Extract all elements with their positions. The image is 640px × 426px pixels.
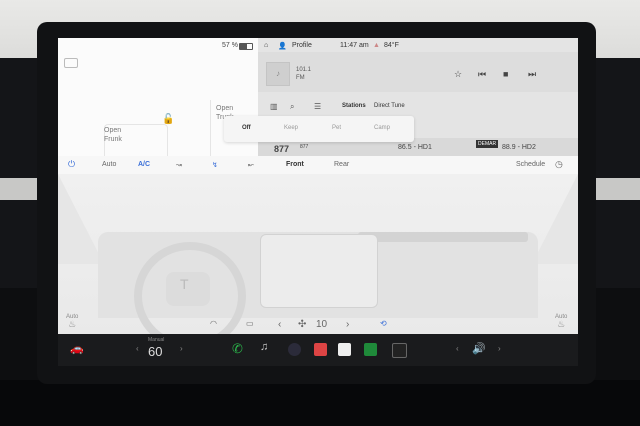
profile-icon[interactable]: 👤 bbox=[278, 42, 287, 50]
favorite-star-icon[interactable]: ☆ bbox=[454, 69, 462, 80]
clock-icon[interactable]: ◷ bbox=[555, 159, 563, 170]
fan-controls: ◠ ▭ ‹ ✣ 10 › ⟲ bbox=[58, 316, 578, 334]
front-climate-tab[interactable]: Front bbox=[286, 161, 304, 168]
mode-off-button[interactable]: Off bbox=[242, 125, 251, 131]
climate-bar: ⏻ Auto A/C ↝ ↯ ↜ Front Rear Schedule ◷ bbox=[58, 156, 578, 174]
album-art: ♪ bbox=[266, 62, 290, 86]
airflow-defrost-icon[interactable]: ↜ bbox=[248, 161, 254, 169]
temp-increase-button[interactable]: › bbox=[180, 344, 183, 353]
battery-icon bbox=[239, 43, 253, 50]
stop-icon[interactable]: ■ bbox=[503, 69, 508, 79]
volume-increase-button[interactable]: › bbox=[498, 344, 501, 353]
airflow-feet-icon[interactable]: ↯ bbox=[212, 161, 218, 169]
now-playing: ♪ 101.1 FM ☆ ⏮ ■ ⏭ bbox=[258, 52, 578, 92]
search-icon[interactable]: ⌕ bbox=[290, 102, 294, 112]
cabin-view: T Auto ♨ Auto ♨ bbox=[58, 174, 578, 350]
schedule-button[interactable]: Schedule bbox=[516, 161, 545, 168]
temp-mode-label: Manual bbox=[148, 337, 165, 343]
a-pillar-right bbox=[532, 174, 578, 264]
app-dock: 🚗 ‹ Manual 60 › ✆ ♫ ‹ 🔊 › bbox=[58, 334, 578, 366]
tab-direct-tune[interactable]: Direct Tune bbox=[374, 103, 405, 109]
station-info: 101.1 FM bbox=[296, 66, 311, 82]
climate-power-icon[interactable]: ⏻ bbox=[68, 159, 75, 170]
station-item[interactable]: 877 bbox=[300, 144, 308, 150]
media-tabs: ▥ ⌕ ☰ Stations Direct Tune bbox=[258, 98, 578, 116]
music-icon[interactable]: ♫ bbox=[260, 341, 268, 353]
station-freq-large[interactable]: 877 bbox=[274, 144, 289, 154]
mode-pet-button[interactable]: Pet bbox=[332, 125, 341, 131]
station-band: FM bbox=[296, 75, 305, 81]
touchscreen: Open Frunk Open Trunk 🔓 57 % ⌂ 👤 Profile… bbox=[58, 38, 578, 366]
battery-fill bbox=[240, 44, 247, 49]
defrost-rear-icon[interactable]: ▭ bbox=[246, 319, 254, 328]
fan-decrease-button[interactable]: ‹ bbox=[278, 319, 281, 330]
phone-icon[interactable]: ✆ bbox=[232, 341, 243, 357]
dash-trim-left bbox=[0, 178, 40, 200]
toybox-icon[interactable] bbox=[314, 343, 327, 356]
airflow-vent[interactable] bbox=[358, 232, 528, 242]
station-badge: DEMAR bbox=[476, 140, 499, 148]
time-display: 11:47 am bbox=[340, 42, 369, 49]
volume-decrease-button[interactable]: ‹ bbox=[456, 344, 459, 353]
next-track-icon[interactable]: ⏭ bbox=[528, 69, 536, 80]
fan-icon: ✣ bbox=[298, 319, 307, 330]
unlock-icon[interactable]: 🔓 bbox=[162, 114, 174, 125]
station-frequency: 101.1 bbox=[296, 67, 312, 73]
rear-climate-tab[interactable]: Rear bbox=[334, 161, 349, 168]
tab-stations[interactable]: Stations bbox=[342, 103, 366, 109]
ac-button[interactable]: A/C bbox=[138, 161, 150, 168]
car-dash-right bbox=[592, 58, 640, 288]
tesla-logo-icon: T bbox=[180, 276, 189, 292]
dash-trim-right bbox=[592, 178, 640, 200]
outside-temperature: 84°F bbox=[384, 42, 399, 49]
defrost-front-icon[interactable]: ◠ bbox=[210, 319, 217, 328]
fan-increase-button[interactable]: › bbox=[346, 319, 349, 330]
car-dash-left bbox=[0, 58, 40, 288]
equalizer-icon[interactable]: ☰ bbox=[314, 102, 321, 111]
energy-icon[interactable] bbox=[364, 343, 377, 356]
temp-decrease-button[interactable]: ‹ bbox=[136, 344, 139, 353]
station-item[interactable]: 88.9 - HD2 bbox=[502, 144, 536, 151]
open-frunk-button[interactable]: Open Frunk bbox=[104, 126, 122, 144]
fan-speed: 10 bbox=[316, 319, 328, 330]
calendar-icon[interactable] bbox=[338, 343, 351, 356]
car-icon[interactable]: 🚗 bbox=[70, 342, 84, 355]
auto-button[interactable]: Auto bbox=[102, 161, 116, 168]
cabin-center-screen bbox=[260, 234, 378, 308]
profile-label[interactable]: Profile bbox=[292, 42, 312, 49]
station-item[interactable]: 86.5 - HD1 bbox=[398, 144, 432, 151]
headlight-toggle-icon[interactable] bbox=[64, 58, 78, 68]
climate-mode-popup: Off Keep Pet Camp bbox=[224, 116, 414, 142]
driver-profile-icon[interactable]: ⌂ bbox=[264, 42, 268, 49]
airflow-face-icon[interactable]: ↝ bbox=[176, 161, 182, 169]
mode-camp-button[interactable]: Camp bbox=[374, 125, 390, 131]
battery-percent: 57 % bbox=[222, 42, 238, 49]
recirculate-icon[interactable]: ⟲ bbox=[380, 319, 387, 328]
cabin-temperature[interactable]: 60 bbox=[148, 344, 162, 359]
theater-icon[interactable] bbox=[392, 343, 407, 358]
console-bottom bbox=[0, 380, 640, 426]
volume-icon[interactable]: 🔊 bbox=[472, 342, 486, 355]
library-icon[interactable]: ▥ bbox=[270, 102, 278, 111]
camera-icon[interactable] bbox=[288, 343, 301, 356]
warning-icon: ▲ bbox=[373, 42, 380, 49]
mode-keep-button[interactable]: Keep bbox=[284, 125, 298, 131]
previous-track-icon[interactable]: ⏮ bbox=[478, 69, 486, 80]
